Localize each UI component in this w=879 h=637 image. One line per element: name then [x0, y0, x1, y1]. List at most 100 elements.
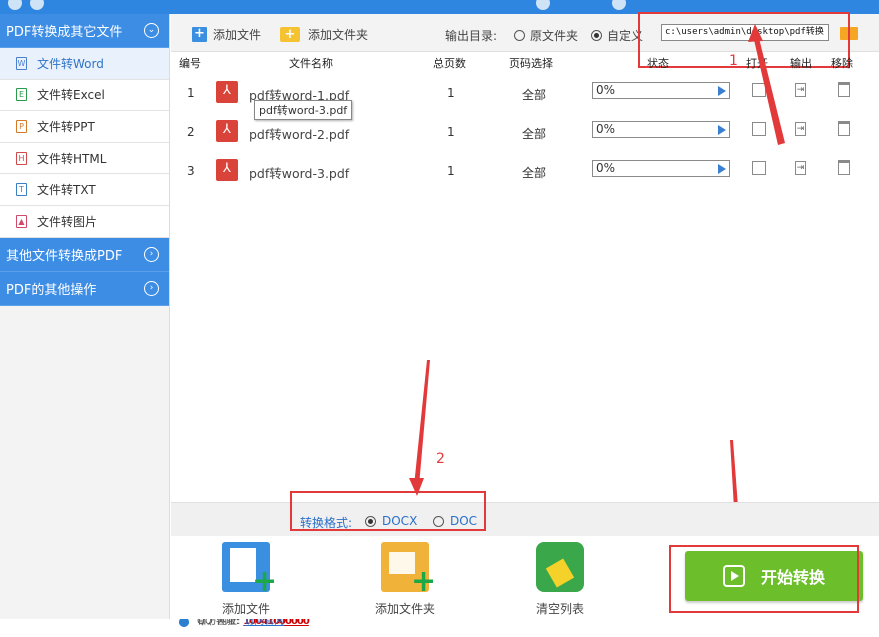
table-row[interactable]: 3 ⅄ pdf转word-3.pdf 1 全部 0% ⇥ — [171, 156, 879, 186]
trash-icon[interactable] — [838, 82, 850, 97]
section-label: PDF的其他操作 — [6, 282, 97, 298]
output-dir-label: 输出目录: — [445, 29, 498, 43]
sidebar-item-html[interactable]: H 文件转HTML — [0, 142, 169, 175]
radio-icon — [514, 30, 525, 41]
row-progress-bar: 0% — [592, 121, 730, 138]
open-external-icon[interactable] — [752, 161, 766, 175]
table-row[interactable]: 2 ⅄ pdf转word-2.pdf 1 全部 0% ⇥ — [171, 117, 879, 147]
window-control-icon[interactable] — [536, 0, 550, 10]
plus-icon: + — [192, 27, 207, 42]
radio-original-folder[interactable]: 原文件夹 — [514, 27, 578, 44]
bottom-add-file-label: 添加文件 — [221, 602, 270, 616]
chevron-right-icon: › — [144, 246, 159, 262]
output-icon[interactable]: ⇥ — [795, 83, 806, 97]
sidebar-item-excel[interactable]: E 文件转Excel — [0, 79, 169, 112]
window-control-icon[interactable] — [612, 0, 626, 10]
annotation-box-3 — [669, 545, 859, 613]
output-icon[interactable]: ⇥ — [795, 122, 806, 136]
header-status: 状态 — [647, 57, 669, 70]
header-output: 输出 — [790, 57, 812, 70]
section-label: PDF转换成其它文件 — [6, 25, 123, 40]
row-filename: pdf转word-2.pdf — [249, 127, 350, 142]
sidebar-section-pdf-to-other[interactable]: PDF转换成其它文件 ⌄ — [0, 14, 169, 48]
window-control-icon[interactable] — [8, 0, 22, 10]
pdf-file-icon: ⅄ — [216, 81, 238, 103]
row-page-range[interactable]: 全部 — [522, 86, 546, 103]
window-control-icon[interactable] — [30, 0, 44, 10]
trash-icon[interactable] — [838, 121, 850, 136]
add-file-label: 添加文件 — [213, 28, 262, 42]
output-icon[interactable]: ⇥ — [795, 161, 806, 175]
add-file-button[interactable]: + 添加文件 — [192, 26, 261, 43]
header-name: 文件名称 — [289, 57, 333, 70]
sidebar-item-label: 文件转PPT — [37, 119, 95, 134]
row-pages: 1 — [447, 86, 455, 100]
progress-text: 0% — [596, 161, 616, 175]
trash-icon[interactable] — [838, 160, 850, 175]
sidebar-item-label: 文件转图片 — [37, 214, 98, 229]
pdf-file-icon: ⅄ — [216, 120, 238, 142]
pdf-file-icon: ⅄ — [216, 159, 238, 181]
header-pages: 总页数 — [433, 57, 466, 70]
bottom-add-file-button[interactable]: + 添加文件 — [201, 542, 291, 617]
add-folder-label: 添加文件夹 — [308, 28, 369, 42]
progress-text: 0% — [596, 83, 616, 97]
header-open: 打开 — [746, 57, 768, 70]
sidebar-item-txt[interactable]: T 文件转TXT — [0, 174, 169, 206]
sidebar-section-other-to-pdf[interactable]: 其他文件转换成PDF › — [0, 237, 169, 272]
annotation-box-2 — [290, 491, 486, 531]
row-page-range[interactable]: 全部 — [522, 125, 546, 142]
broom-icon — [536, 542, 584, 592]
sidebar: PDF转换成其它文件 ⌄ W 文件转Word E 文件转Excel P 文件转P… — [0, 14, 310, 627]
chevron-down-icon: ⌄ — [144, 23, 159, 38]
chevron-right-icon: › — [144, 280, 159, 296]
sidebar-section-pdf-other-ops[interactable]: PDF的其他操作 › — [0, 271, 169, 306]
play-icon[interactable] — [718, 125, 726, 135]
arrow-2 — [414, 360, 430, 486]
sidebar-item-label: 文件转TXT — [37, 183, 96, 198]
ppt-file-icon: P — [16, 119, 27, 133]
sidebar-item-label: 文件转Excel — [37, 88, 105, 103]
annotation-number-2: 2 — [436, 451, 445, 467]
word-file-icon: W — [16, 56, 27, 70]
table-header: 编号 文件名称 总页数 页码选择 状态 打开 输出 移除 — [171, 54, 879, 71]
row-num: 1 — [187, 86, 195, 100]
section-label: 其他文件转换成PDF — [6, 248, 123, 264]
sidebar-item-label: 文件转HTML — [37, 151, 107, 166]
radio-label: 原文件夹 — [530, 29, 579, 43]
sidebar-item-image[interactable]: ▲ 文件转图片 — [0, 205, 169, 238]
bottom-add-folder-label: 添加文件夹 — [374, 602, 435, 616]
sidebar-item-ppt[interactable]: P 文件转PPT — [0, 111, 169, 143]
bottom-add-folder-button[interactable]: + 添加文件夹 — [360, 542, 450, 617]
row-progress-bar: 0% — [592, 160, 730, 177]
row-page-range[interactable]: 全部 — [522, 164, 546, 181]
folder-plus-icon: + — [280, 27, 300, 42]
row-pages: 1 — [447, 125, 455, 139]
add-file-icon: + — [222, 542, 277, 597]
row-filename: pdf转word-3.pdf — [249, 166, 350, 181]
radio-checked-icon — [591, 30, 602, 41]
filename-tooltip: pdf转word-3.pdf — [254, 100, 353, 120]
open-external-icon[interactable] — [752, 122, 766, 136]
annotation-number-1: 1 — [729, 53, 738, 69]
progress-text: 0% — [596, 122, 616, 136]
row-pages: 1 — [447, 164, 455, 178]
open-external-icon[interactable] — [752, 83, 766, 97]
sidebar-item-label: 文件转Word — [37, 56, 104, 71]
clear-list-button[interactable]: 清空列表 — [515, 542, 605, 617]
clear-list-label: 清空列表 — [535, 602, 584, 616]
txt-file-icon: T — [16, 183, 27, 197]
header-range: 页码选择 — [509, 57, 553, 70]
add-folder-button[interactable]: + 添加文件夹 — [280, 26, 368, 43]
excel-file-icon: E — [16, 88, 27, 102]
sidebar-item-word[interactable]: W 文件转Word — [0, 48, 169, 80]
image-file-icon: ▲ — [16, 214, 27, 228]
radio-custom-folder[interactable]: 自定义 — [591, 27, 643, 44]
add-folder-icon: + — [381, 542, 436, 597]
format-bar: 转换格式: DOCX DOC — [171, 502, 879, 536]
header-num: 编号 — [179, 57, 201, 70]
play-icon[interactable] — [718, 86, 726, 96]
row-num: 3 — [187, 164, 195, 178]
play-icon[interactable] — [718, 164, 726, 174]
html-file-icon: H — [16, 151, 27, 165]
